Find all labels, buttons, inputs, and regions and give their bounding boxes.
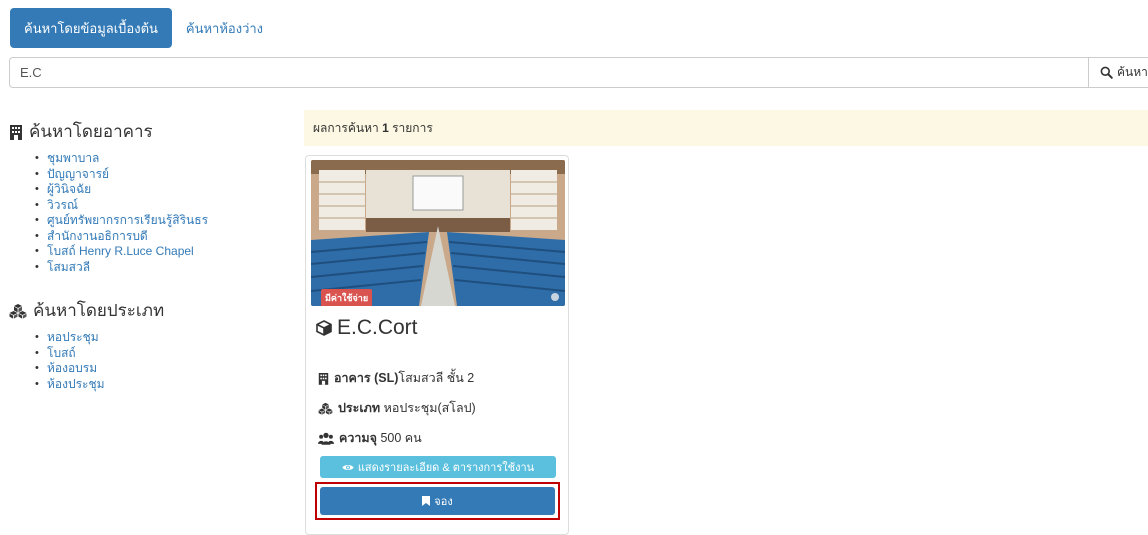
sidebar-item-building[interactable]: โบสถ์ Henry R.Luce Chapel [35,244,289,260]
room-name: E.C.Cort [337,316,418,339]
book-button[interactable]: จอง [320,487,555,515]
search-button[interactable]: ค้นหา [1089,57,1148,88]
sidebar-item-building[interactable]: สำนักงานอธิการบดี [35,229,289,245]
type-label: ประเภท [338,401,381,415]
room-capacity: ความจุ 500 คน [318,428,422,448]
building-label: อาคาร [334,371,371,385]
building-filter-title: ค้นหาโดยอาคาร [29,122,153,141]
book-button-label: จอง [434,496,453,508]
building-filter-heading: ค้นหาโดยอาคาร [9,118,289,145]
bookmark-icon [422,496,431,506]
room-title: E.C.Cort [316,316,418,340]
search-tabs: ค้นหาโดยข้อมูลเบื้องต้น ค้นหาห้องว่าง [10,8,277,48]
result-summary: ผลการค้นหา 1 รายการ [304,110,1148,146]
building-code: (SL) [374,371,399,385]
sidebar-item-type[interactable]: โบสถ์ [35,346,289,362]
sidebar: ค้นหาโดยอาคาร ชุมพาบาล ปัญญาจารย์ ผู้วิน… [9,118,289,392]
result-prefix: ผลการค้นหา [313,120,379,135]
sidebar-item-building[interactable]: ผู้วินิจฉัย [35,182,289,198]
sidebar-item-building[interactable]: ชุมพาบาล [35,151,289,167]
book-button-highlight: จอง [315,482,560,520]
search-button-label: ค้นหา [1117,65,1148,79]
sidebar-item-building[interactable]: โสมสวลี [35,260,289,276]
room-photo[interactable]: มีค่าใช้จ่าย [311,160,565,306]
sidebar-item-building[interactable]: ศูนย์ทรัพยากรการเรียนรู้สิรินธร [35,213,289,229]
view-details-label: แสดงรายละเอียด & ตารางการใช้งาน [357,462,535,474]
capacity-label: ความจุ [339,431,377,445]
capacity-value: 500 คน [380,431,422,445]
sidebar-item-type[interactable]: ห้องอบรม [35,361,289,377]
tab-basic-search[interactable]: ค้นหาโดยข้อมูลเบื้องต้น [10,8,172,48]
room-type: ประเภท หอประชุม(สโลป) [318,398,476,418]
cube-icon [316,320,332,336]
view-details-button[interactable]: แสดงรายละเอียด & ตารางการใช้งาน [320,456,556,478]
users-icon [318,432,334,445]
building-icon [10,124,22,140]
type-value: หอประชุม(สโลป) [383,401,476,415]
result-count: 1 [382,121,389,135]
sidebar-item-building[interactable]: วิวรณ์ [35,198,289,214]
search-icon [1100,66,1113,79]
room-card: มีค่าใช้จ่าย E.C.Cort อาคาร (SL)โสมสวลี … [305,155,569,535]
eye-icon [342,464,354,470]
search-input[interactable] [9,57,1089,88]
tab-available-room-search[interactable]: ค้นหาห้องว่าง [172,8,277,48]
sidebar-item-type[interactable]: หอประชุม [35,330,289,346]
cubes-icon [9,303,27,319]
cubes-icon [318,402,333,415]
type-filter-title: ค้นหาโดยประเภท [33,301,165,320]
sidebar-item-building[interactable]: ปัญญาจารย์ [35,167,289,183]
sidebar-item-type[interactable]: ห้องประชุม [35,377,289,393]
type-filter-heading: ค้นหาโดยประเภท [9,297,289,324]
building-value: โสมสวลี ชั้น 2 [398,371,475,385]
paid-badge: มีค่าใช้จ่าย [321,289,373,306]
building-icon [318,372,329,385]
type-list: หอประชุม โบสถ์ ห้องอบรม ห้องประชุม [9,330,289,392]
auditorium-image [311,160,565,306]
building-list: ชุมพาบาล ปัญญาจารย์ ผู้วินิจฉัย วิวรณ์ ศ… [9,151,289,275]
result-suffix: รายการ [392,120,433,135]
room-building: อาคาร (SL)โสมสวลี ชั้น 2 [318,368,474,388]
search-bar: ค้นหา [9,57,1148,88]
